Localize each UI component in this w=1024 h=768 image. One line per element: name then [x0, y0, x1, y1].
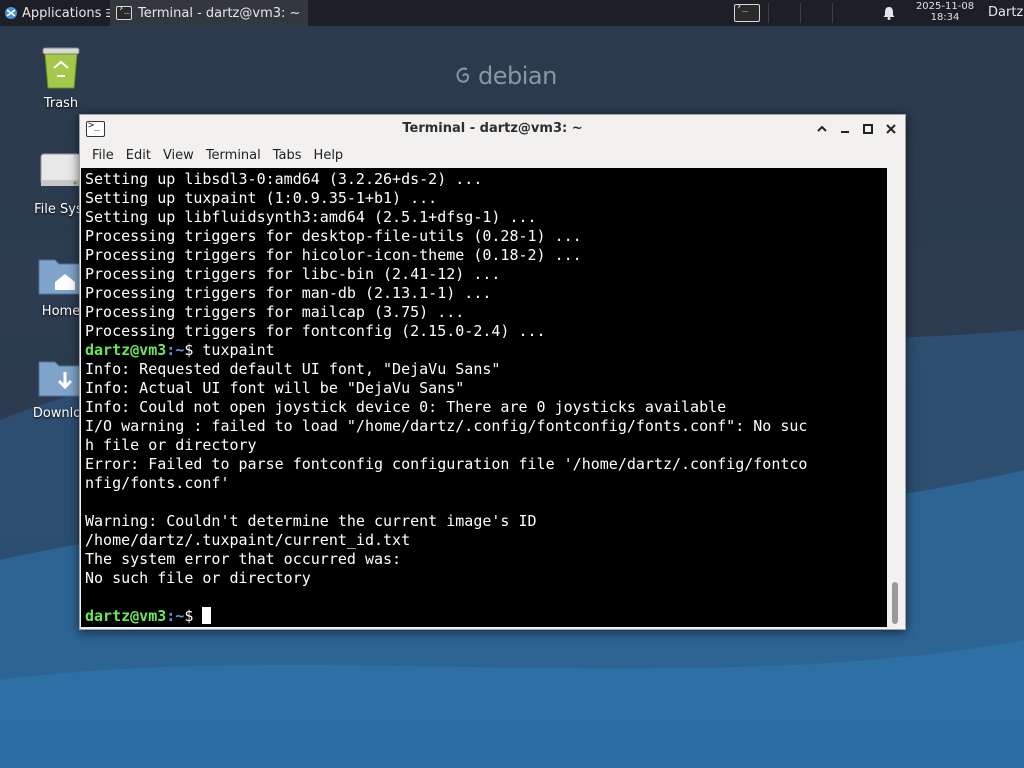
terminal-line: No such file or directory [85, 569, 311, 587]
close-button[interactable] [882, 120, 900, 138]
terminal-line: /home/dartz/.tuxpaint/current_id.txt [85, 531, 411, 549]
window-title: Terminal - dartz@vm3: ~ [402, 121, 583, 136]
menubar: File Edit View Terminal Tabs Help [80, 143, 905, 167]
home-folder-icon [37, 252, 85, 300]
terminal-line: Processing triggers for libc-bin (2.41-1… [85, 265, 501, 283]
clock-date: 2025-11-08 [915, 1, 975, 12]
window-titlebar[interactable]: Terminal - dartz@vm3: ~ [80, 115, 905, 143]
chevron-up-icon [817, 125, 827, 132]
close-icon [886, 124, 896, 134]
panel-clock[interactable]: 2025-11-08 18:34 [906, 1, 984, 23]
terminal-line: Error: Failed to parse fontconfig config… [85, 455, 808, 473]
desktop-icon-label: Trash [43, 96, 79, 111]
terminal-line: Processing triggers for hicolor-icon-the… [85, 246, 582, 264]
prompt-symbol: $ [184, 341, 203, 359]
terminal-output[interactable]: Setting up libsdl3-0:amd64 (3.2.26+ds-2)… [81, 168, 887, 627]
terminal-line: Info: Actual UI font will be "DejaVu San… [85, 379, 465, 397]
menu-help[interactable]: Help [308, 148, 350, 163]
taskbar-item-label: Terminal - dartz@vm3: ~ [138, 5, 301, 21]
prompt-user: dartz@vm3 [85, 341, 167, 359]
terminal-line: Info: Requested default UI font, "DejaVu… [85, 360, 501, 378]
taskbar-item-terminal[interactable]: Terminal - dartz@vm3: ~ [110, 0, 308, 26]
debian-brand-text: debian [478, 62, 557, 90]
maximize-icon [863, 124, 873, 134]
prompt-user: dartz@vm3 [85, 607, 167, 625]
terminal-line: I/O warning : failed to load "/home/dart… [85, 417, 808, 435]
prompt-path: :~ [166, 341, 185, 359]
scrollbar-thumb[interactable] [892, 582, 898, 624]
terminal-line: Setting up libfluidsynth3:amd64 (2.5.1+d… [85, 208, 537, 226]
user-menu[interactable]: Dartz [988, 0, 1023, 26]
menu-view[interactable]: View [157, 148, 200, 163]
terminal-icon [116, 3, 132, 20]
terminal-line: h file or directory [85, 436, 257, 454]
top-panel: Applications ☰ Terminal - dartz@vm3: ~ 2… [0, 0, 1024, 26]
terminal-line: Processing triggers for desktop-file-uti… [85, 227, 582, 245]
terminal-line: Info: Could not open joystick device 0: … [85, 398, 727, 416]
terminal-line: Setting up tuxpaint (1:0.9.35-1+b1) ... [85, 189, 438, 207]
minimize-button[interactable] [836, 120, 854, 138]
shade-button[interactable] [813, 120, 831, 138]
terminal-line: Processing triggers for man-db (2.13.1-1… [85, 284, 492, 302]
terminal-line: Setting up libsdl3-0:amd64 (3.2.26+ds-2)… [85, 170, 483, 188]
terminal-prompt-line: dartz@vm3:~$ [85, 607, 887, 626]
terminal-line: Warning: Couldn't determine the current … [85, 512, 537, 530]
terminal-line: Processing triggers for mailcap (3.75) .… [85, 303, 465, 321]
applications-menu-button[interactable]: Applications ☰ [0, 0, 115, 26]
downloads-folder-icon [37, 354, 85, 402]
scrollbar[interactable] [888, 168, 904, 627]
prompt-symbol: $ [184, 607, 203, 625]
menu-terminal[interactable]: Terminal [200, 148, 267, 163]
menu-tabs[interactable]: Tabs [267, 148, 308, 163]
terminal-line: Processing triggers for fontconfig (2.15… [85, 322, 546, 340]
panel-separator [832, 3, 833, 23]
trash-icon [37, 44, 85, 92]
applications-label: Applications [22, 5, 102, 21]
terminal-line: The system error that occurred was: [85, 550, 402, 568]
minimize-icon [841, 131, 849, 133]
clock-time: 18:34 [930, 12, 960, 23]
debian-logo: debian [454, 62, 557, 90]
maximize-button[interactable] [859, 120, 877, 138]
terminal-line: nfig/fonts.conf' [85, 474, 230, 492]
drive-icon [37, 150, 85, 198]
terminal-window: Terminal - dartz@vm3: ~ File Edit View T… [79, 114, 906, 630]
terminal-icon [734, 1, 760, 22]
notification-bell-icon[interactable] [881, 5, 897, 21]
tray-terminal-launcher[interactable] [732, 1, 762, 23]
text-cursor [202, 607, 212, 624]
desktop-icon-trash[interactable]: Trash [16, 44, 106, 111]
typed-command: tuxpaint [202, 341, 275, 359]
prompt-path: :~ [166, 607, 185, 625]
terminal-prompt-line: dartz@vm3:~$ tuxpaint [85, 341, 887, 360]
menu-edit[interactable]: Edit [120, 148, 157, 163]
xfce-logo-icon [5, 7, 17, 19]
panel-separator [800, 3, 801, 23]
panel-separator [768, 3, 769, 23]
menu-file[interactable]: File [80, 148, 120, 163]
debian-swirl-icon [456, 67, 470, 83]
